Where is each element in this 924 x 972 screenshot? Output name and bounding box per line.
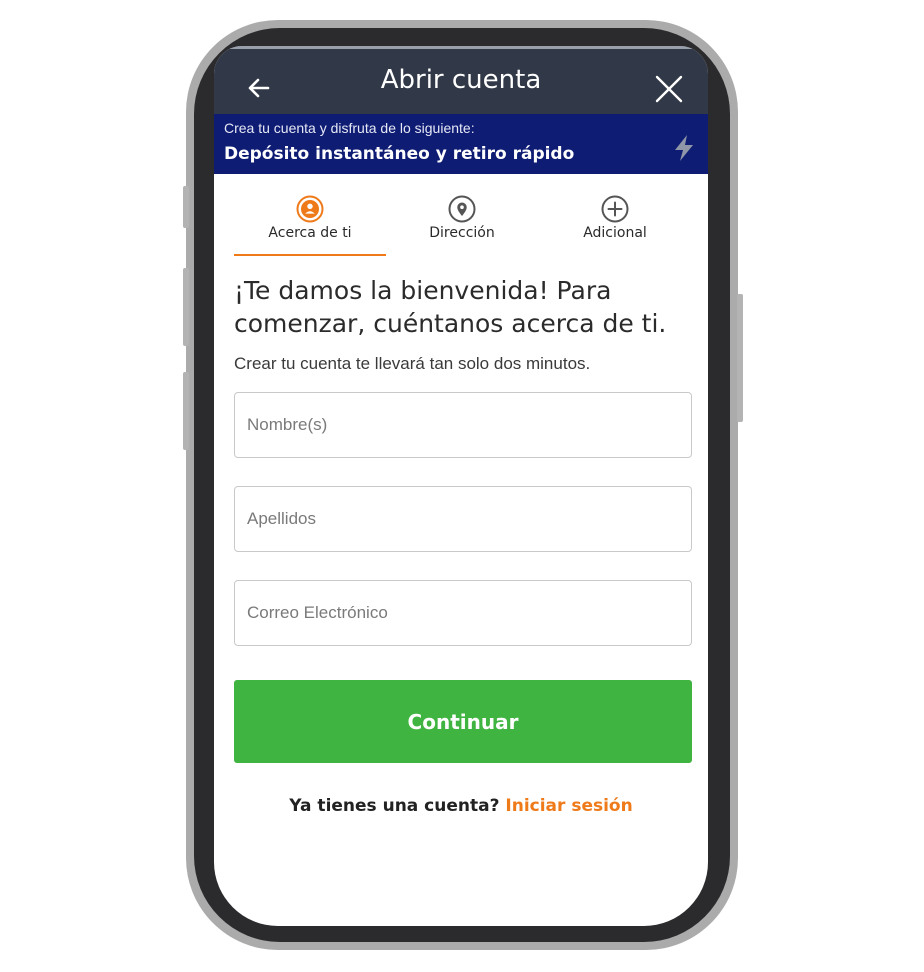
- lightning-bolt-icon: [675, 135, 693, 161]
- phone-side-button: [183, 186, 189, 228]
- active-tab-indicator: [234, 254, 386, 256]
- app-header: Abrir cuenta: [214, 46, 708, 114]
- step-label: Dirección: [429, 225, 495, 241]
- login-prompt: Ya tienes una cuenta? Iniciar sesión: [214, 796, 708, 816]
- promo-banner: Crea tu cuenta y disfruta de lo siguient…: [214, 114, 708, 174]
- user-icon: [296, 195, 324, 223]
- promo-headline: Depósito instantáneo y retiro rápido: [224, 144, 575, 164]
- phone-side-button: [737, 294, 743, 422]
- login-prompt-text: Ya tienes una cuenta?: [289, 796, 500, 816]
- first-name-input[interactable]: [235, 393, 691, 457]
- tab-adicional[interactable]: Adicional: [560, 194, 670, 241]
- first-name-field: [234, 392, 692, 458]
- promo-subtitle: Crea tu cuenta y disfruta de lo siguient…: [224, 120, 475, 136]
- email-input[interactable]: [235, 581, 691, 645]
- tab-acerca-de-ti[interactable]: Acerca de ti: [254, 194, 366, 241]
- last-name-input[interactable]: [235, 487, 691, 551]
- page-title: Abrir cuenta: [380, 65, 542, 95]
- phone-side-button: [183, 268, 189, 346]
- close-icon[interactable]: [655, 75, 683, 103]
- continue-button[interactable]: Continuar: [234, 680, 692, 763]
- login-link[interactable]: Iniciar sesión: [505, 796, 632, 816]
- phone-screen: Abrir cuenta Crea tu cuenta y disfruta d…: [214, 46, 708, 926]
- welcome-subheading: Crear tu cuenta te llevará tan solo dos …: [234, 354, 591, 373]
- step-label: Adicional: [583, 225, 647, 241]
- welcome-heading: ¡Te damos la bienvenida! Para comenzar, …: [234, 276, 667, 338]
- tab-direccion[interactable]: Dirección: [407, 194, 517, 241]
- last-name-field: [234, 486, 692, 552]
- email-field: [234, 580, 692, 646]
- step-label: Acerca de ti: [268, 225, 352, 241]
- location-pin-icon: [448, 195, 476, 223]
- phone-side-button: [183, 372, 189, 450]
- plus-circle-icon: [601, 195, 629, 223]
